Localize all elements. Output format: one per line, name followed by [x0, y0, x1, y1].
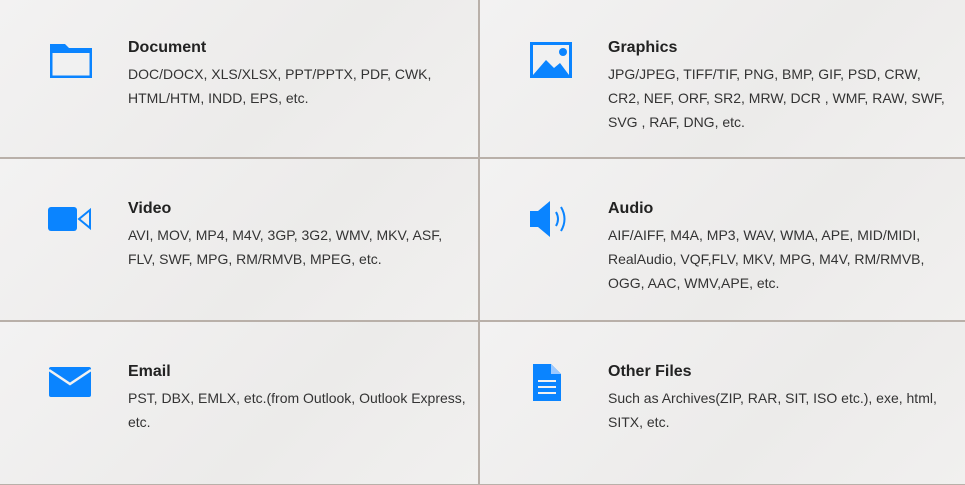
card-title: Email [128, 363, 171, 380]
card-description: JPG/JPEG, TIFF/TIF, PNG, BMP, GIF, PSD, … [608, 66, 945, 130]
card-audio: Audio AIF/AIFF, M4A, MP3, WAV, WMA, APE, … [480, 159, 965, 320]
card-description: PST, DBX, EMLX, etc.(from Outlook, Outlo… [128, 390, 466, 430]
card-title: Document [128, 39, 207, 56]
card-title: Video [128, 200, 172, 217]
card-other-files: Other Files Such as Archives(ZIP, RAR, SI… [480, 322, 965, 484]
card-description: AIF/AIFF, M4A, MP3, WAV, WMA, APE, MID/M… [608, 227, 925, 291]
card-title: Audio [608, 200, 654, 217]
card-document: Document DOC/DOCX, XLS/XLSX, PPT/PPTX, PD… [0, 0, 478, 157]
file-icon [533, 364, 561, 401]
card-graphics: Graphics JPG/JPEG, TIFF/TIF, PNG, BMP, GI… [480, 0, 965, 157]
card-email: Email PST, DBX, EMLX, etc.(from Outlook, … [0, 322, 478, 484]
folder-icon [50, 44, 92, 78]
card-description: AVI, MOV, MP4, M4V, 3GP, 3G2, WMV, MKV, … [128, 227, 443, 267]
card-description: Such as Archives(ZIP, RAR, SIT, ISO etc.… [608, 390, 937, 430]
card-title: Other Files [608, 363, 692, 380]
card-description: DOC/DOCX, XLS/XLSX, PPT/PPTX, PDF, CWK, … [128, 66, 432, 106]
speaker-icon [530, 201, 566, 237]
image-icon [530, 42, 572, 78]
card-title: Graphics [608, 39, 678, 56]
video-camera-icon [48, 207, 91, 231]
card-video: Video AVI, MOV, MP4, M4V, 3GP, 3G2, WMV, … [0, 159, 478, 320]
envelope-icon [48, 367, 92, 397]
file-type-grid: Document DOC/DOCX, XLS/XLSX, PPT/PPTX, PD… [0, 0, 965, 485]
